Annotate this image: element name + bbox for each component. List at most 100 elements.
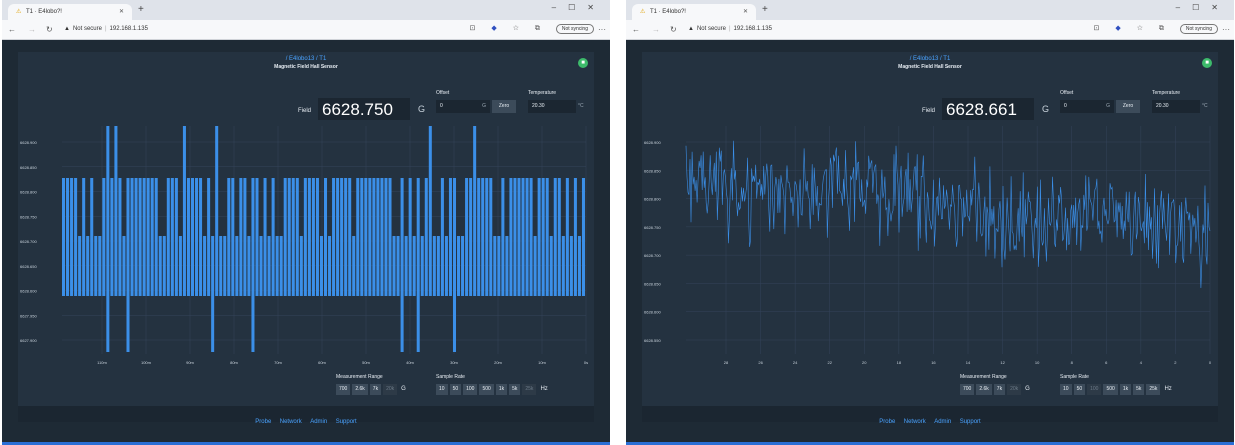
footer-link-admin[interactable]: Admin: [934, 419, 951, 425]
data-bar: [332, 178, 336, 296]
back-icon[interactable]: ←: [8, 25, 16, 34]
profile-sync-button[interactable]: Not syncing: [555, 24, 594, 34]
read-aloud-icon[interactable]: ⊡: [470, 25, 476, 32]
close-tab-icon[interactable]: ✕: [743, 8, 748, 15]
lock-icon[interactable]: ■: [578, 58, 588, 68]
data-bar: [380, 178, 384, 296]
address-bar[interactable]: ▲ Not secure | 192.168.1.135: [64, 23, 314, 37]
minimize-icon[interactable]: –: [552, 3, 568, 12]
data-bar: [219, 236, 223, 296]
y-tick-label: 6628.850: [20, 165, 37, 170]
data-bar: [195, 178, 199, 296]
data-bar: [396, 236, 400, 296]
rate-button[interactable]: 25k: [1146, 384, 1161, 395]
x-tick-label: 10m: [538, 360, 546, 365]
data-bar: [162, 236, 166, 296]
data-bar: [243, 178, 247, 296]
data-bar: [513, 178, 517, 296]
breadcrumb[interactable]: / E4lobo13 / T1: [642, 56, 1218, 62]
footer-link-network[interactable]: Network: [280, 419, 302, 425]
range-button[interactable]: 7k: [993, 384, 1006, 395]
x-tick-label: 0s: [584, 360, 588, 365]
maximize-icon[interactable]: ☐: [1192, 3, 1211, 12]
browser-tab[interactable]: ⚠ T1 · E4lobo?! ✕: [8, 4, 132, 20]
rate-button[interactable]: 1k: [495, 384, 508, 395]
footer-link-admin[interactable]: Admin: [310, 419, 327, 425]
back-icon[interactable]: ←: [632, 25, 640, 34]
range-button[interactable]: 20k: [383, 384, 398, 395]
y-tick-label: 6628.550: [644, 338, 661, 343]
collections-icon[interactable]: ⧉: [535, 25, 540, 32]
rate-button[interactable]: 100: [463, 384, 478, 395]
more-menu-icon[interactable]: ···: [598, 25, 606, 34]
data-bar: [231, 178, 235, 296]
new-tab-icon[interactable]: +: [762, 4, 768, 15]
data-bar: [259, 236, 263, 296]
y-tick-label: 6628.700: [20, 239, 37, 244]
lock-icon[interactable]: ■: [1202, 58, 1212, 68]
extension-icon[interactable]: ◆: [491, 25, 496, 32]
forward-icon[interactable]: →: [652, 25, 660, 34]
read-aloud-icon[interactable]: ⊡: [1094, 25, 1100, 32]
rate-button[interactable]: 1k: [1119, 384, 1132, 395]
range-button[interactable]: 2.6k: [352, 384, 368, 395]
y-tick-label: 6628.600: [644, 310, 661, 315]
new-tab-icon[interactable]: +: [138, 4, 144, 15]
rate-button[interactable]: 50: [449, 384, 462, 395]
zero-button[interactable]: Zero: [492, 100, 516, 113]
refresh-icon[interactable]: ↻: [670, 25, 677, 34]
collections-icon[interactable]: ⧉: [1159, 25, 1164, 32]
zero-button[interactable]: Zero: [1116, 100, 1140, 113]
rate-button[interactable]: 10: [1060, 384, 1072, 395]
footer-link-support[interactable]: Support: [960, 419, 981, 425]
more-menu-icon[interactable]: ···: [1222, 25, 1230, 34]
rate-button[interactable]: 5k: [1133, 384, 1145, 395]
maximize-icon[interactable]: ☐: [568, 3, 587, 12]
rate-button[interactable]: 500: [479, 384, 494, 395]
data-bar: [469, 178, 473, 296]
rate-button[interactable]: 25k: [522, 384, 537, 395]
data-bar: [118, 178, 122, 296]
data-bar: [235, 236, 239, 296]
minimize-icon[interactable]: –: [1176, 3, 1192, 12]
data-bar: [134, 178, 138, 296]
rate-button[interactable]: 10: [436, 384, 448, 395]
rate-button[interactable]: 50: [1073, 384, 1086, 395]
measurement-range-group: 700 2.6k 7k 20k G: [336, 384, 408, 395]
range-button[interactable]: 2.6k: [976, 384, 992, 395]
offset-input[interactable]: 0 G: [1060, 100, 1114, 113]
data-bar: [533, 236, 537, 296]
data-bar: [497, 236, 501, 296]
breadcrumb[interactable]: / E4lobo13 / T1: [18, 56, 594, 62]
data-bar: [283, 178, 287, 296]
range-button[interactable]: 700: [336, 384, 351, 395]
footer-link-probe[interactable]: Probe: [255, 419, 271, 425]
offset-input[interactable]: 0 G: [436, 100, 490, 113]
browser-tab[interactable]: ⚠ T1 · E4lobo?! ✕: [632, 4, 756, 20]
address-bar[interactable]: ▲ Not secure | 192.168.1.135: [688, 23, 938, 37]
favorites-icon[interactable]: ☆: [513, 25, 519, 32]
rate-button[interactable]: 100: [1087, 384, 1102, 395]
footer-link-network[interactable]: Network: [904, 419, 926, 425]
close-window-icon[interactable]: ✕: [1211, 3, 1230, 12]
favorites-icon[interactable]: ☆: [1137, 25, 1143, 32]
close-tab-icon[interactable]: ✕: [119, 8, 124, 15]
range-button[interactable]: 700: [960, 384, 975, 395]
profile-sync-button[interactable]: Not syncing: [1179, 24, 1218, 34]
data-bar: [432, 236, 436, 296]
data-bar: [473, 126, 477, 296]
range-button[interactable]: 7k: [369, 384, 382, 395]
rate-button[interactable]: 5k: [509, 384, 521, 395]
extension-icon[interactable]: ◆: [1115, 25, 1120, 32]
data-bar: [509, 178, 513, 296]
footer-link-support[interactable]: Support: [336, 419, 357, 425]
refresh-icon[interactable]: ↻: [46, 25, 53, 34]
forward-icon[interactable]: →: [28, 25, 36, 34]
close-window-icon[interactable]: ✕: [587, 3, 606, 12]
footer-link-probe[interactable]: Probe: [879, 419, 895, 425]
data-bar: [392, 236, 396, 296]
range-button[interactable]: 20k: [1007, 384, 1022, 395]
x-tick-label: 2: [1174, 360, 1177, 365]
rate-button[interactable]: 500: [1103, 384, 1118, 395]
data-bar: [336, 178, 340, 296]
